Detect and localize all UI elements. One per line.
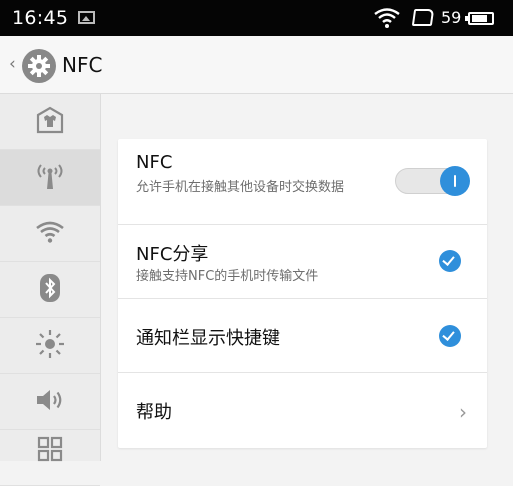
home-icon — [35, 106, 65, 138]
apps-grid-icon — [37, 436, 63, 466]
sidebar-item-nfc[interactable] — [0, 150, 100, 206]
sidebar-item-home[interactable] — [0, 94, 100, 150]
gear-icon[interactable] — [22, 49, 56, 83]
image-icon — [78, 11, 95, 24]
notification-shortcut-title: 通知栏显示快捷键 — [136, 328, 280, 349]
wifi-icon — [374, 8, 400, 32]
chevron-right-icon: › — [459, 400, 467, 424]
battery-percent: 59 — [441, 8, 462, 27]
volume-icon — [35, 387, 65, 417]
status-bar: 16:45 59 — [0, 0, 513, 36]
title-bar: ‹ NFC — [0, 36, 513, 94]
help-title: 帮助 — [136, 402, 172, 423]
brightness-icon — [34, 328, 66, 364]
nfc-share-subtitle: 接触支持NFC的手机时传输文件 — [136, 269, 319, 284]
notification-shortcut-checkbox[interactable] — [439, 325, 461, 347]
nfc-share-title: NFC分享 — [136, 244, 209, 265]
nfc-antenna-icon — [34, 161, 66, 195]
nfc-row[interactable]: NFC 允许手机在接触其他设备时交换数据 — [118, 139, 487, 225]
battery-icon — [465, 12, 494, 25]
settings-card: NFC 允许手机在接触其他设备时交换数据 NFC分享 接触支持NFC的手机时传输… — [118, 139, 487, 448]
sidebar-item-bluetooth[interactable] — [0, 262, 100, 318]
nfc-share-row[interactable]: NFC分享 接触支持NFC的手机时传输文件 — [118, 225, 487, 299]
back-button[interactable]: ‹ — [9, 54, 16, 74]
sidebar-item-apps[interactable] — [0, 430, 100, 486]
help-row[interactable]: 帮助 › — [118, 373, 487, 448]
page-title: NFC — [62, 53, 103, 77]
sidebar-item-volume[interactable] — [0, 374, 100, 430]
wifi-icon — [36, 221, 64, 247]
bluetooth-icon — [39, 273, 61, 307]
sidebar-item-brightness[interactable] — [0, 318, 100, 374]
clock: 16:45 — [12, 7, 69, 29]
sim-icon — [411, 9, 435, 26]
nfc-share-checkbox[interactable] — [439, 250, 461, 272]
sidebar — [0, 94, 101, 486]
notification-shortcut-row[interactable]: 通知栏显示快捷键 — [118, 299, 487, 373]
nfc-subtitle: 允许手机在接触其他设备时交换数据 — [136, 180, 345, 195]
nfc-toggle[interactable] — [395, 166, 470, 196]
nfc-title: NFC — [136, 152, 173, 173]
sidebar-item-wifi[interactable] — [0, 206, 100, 262]
